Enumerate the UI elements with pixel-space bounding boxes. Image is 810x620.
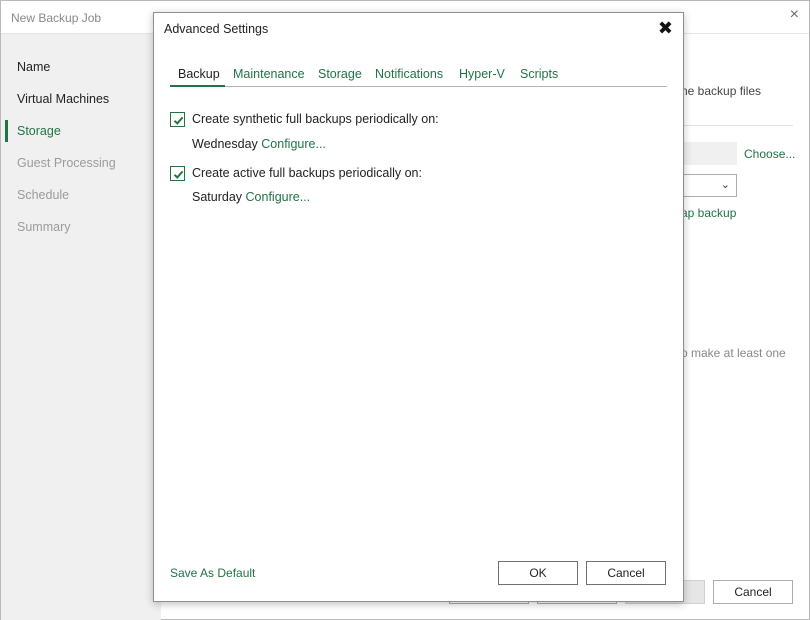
repository-path-input[interactable]	[681, 142, 737, 165]
save-as-default-link[interactable]: Save As Default	[170, 566, 255, 580]
window-title: New Backup Job	[11, 11, 102, 25]
backup-files-text: ne backup files	[681, 84, 762, 98]
synthetic-schedule-line: Wednesday Configure...	[192, 137, 326, 151]
checkmark-icon	[173, 116, 184, 125]
tab-scripts[interactable]: Scripts	[520, 67, 558, 81]
dialog-title: Advanced Settings	[164, 22, 269, 36]
step-guest-processing: Guest Processing	[17, 156, 116, 170]
cancel-button[interactable]: Cancel	[586, 561, 666, 585]
bg-divider	[681, 125, 793, 126]
tab-notifications[interactable]: Notifications	[375, 67, 443, 81]
advanced-settings-dialog: Advanced Settings ✖ Backup Maintenance S…	[153, 12, 684, 602]
active-step-indicator	[5, 120, 8, 142]
outer-cancel-button[interactable]: Cancel	[713, 580, 793, 604]
tab-storage[interactable]: Storage	[318, 67, 362, 81]
step-schedule: Schedule	[17, 188, 70, 202]
tab-backup[interactable]: Backup	[178, 67, 220, 81]
synthetic-configure-link[interactable]: Configure...	[261, 137, 326, 151]
synthetic-full-checkbox[interactable]	[170, 112, 185, 127]
active-tab-underline	[170, 85, 225, 87]
active-full-label: Create active full backups periodically …	[192, 166, 422, 180]
step-storage[interactable]: Storage	[17, 124, 61, 138]
tab-maintenance[interactable]: Maintenance	[233, 67, 305, 81]
active-schedule-day: Saturday	[192, 190, 243, 204]
step-virtual-machines[interactable]: Virtual Machines	[17, 92, 109, 106]
window-close-icon[interactable]: ×	[790, 6, 799, 24]
checkmark-icon	[173, 170, 184, 179]
repository-select[interactable]: ⌄	[681, 174, 737, 197]
wizard-steps-sidebar: Name Virtual Machines Storage Guest Proc…	[1, 34, 161, 620]
step-name[interactable]: Name	[17, 60, 50, 74]
synthetic-full-label: Create synthetic full backups periodical…	[192, 112, 439, 126]
hint-text: o make at least one	[681, 346, 786, 360]
choose-link[interactable]: Choose...	[744, 147, 795, 161]
active-full-checkbox[interactable]	[170, 166, 185, 181]
ok-button[interactable]: OK	[498, 561, 578, 585]
chevron-down-icon: ⌄	[720, 179, 730, 191]
map-backup-link[interactable]: ap backup	[681, 206, 736, 220]
settings-tabs: Backup Maintenance Storage Notifications…	[170, 67, 667, 87]
tab-hyper-v[interactable]: Hyper-V	[459, 67, 505, 81]
active-configure-link[interactable]: Configure...	[246, 190, 311, 204]
dialog-close-icon[interactable]: ✖	[658, 18, 673, 39]
synthetic-schedule-day: Wednesday	[192, 137, 258, 151]
step-summary: Summary	[17, 220, 71, 234]
active-schedule-line: Saturday Configure...	[192, 190, 310, 204]
